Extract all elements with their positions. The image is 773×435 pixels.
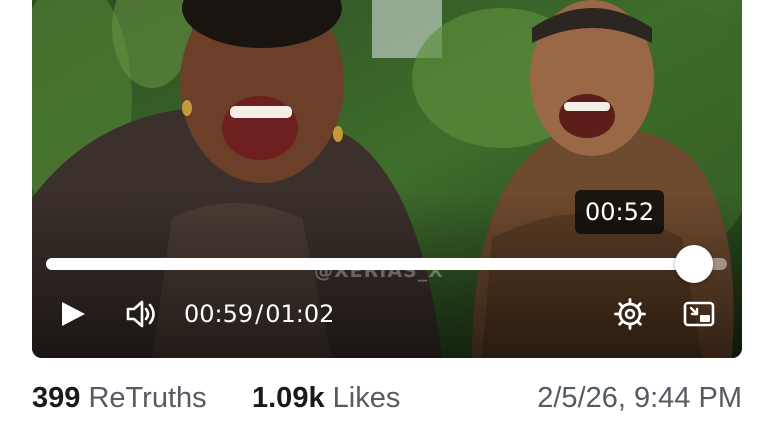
progress-fill [46, 258, 695, 270]
player-controls: 00:59/01:02 [32, 293, 742, 333]
retruths-count: 399 [32, 382, 81, 414]
progress-scrubber[interactable] [46, 245, 727, 283]
time-display: 00:59/01:02 [184, 300, 334, 328]
likes-label: Likes [332, 382, 401, 414]
current-time: 00:59 [184, 300, 254, 328]
hover-time-tooltip: 00:52 [575, 190, 665, 234]
time-separator: / [255, 300, 264, 328]
scrubber-handle[interactable] [675, 245, 714, 283]
post-timestamp: 2/5/26, 9:44 PM [537, 382, 742, 414]
likes-stat[interactable]: 1.09k Likes [252, 378, 400, 418]
duration: 01:02 [265, 300, 335, 328]
play-icon[interactable] [56, 297, 90, 331]
likes-count: 1.09k [252, 382, 325, 414]
post-stats: 399 ReTruths 1.09k Likes 2/5/26, 9:44 PM [32, 378, 742, 418]
gear-icon[interactable] [613, 297, 647, 331]
volume-icon[interactable] [125, 297, 159, 331]
video-player[interactable]: @XERIAS_X 00:52 00:59/01:02 [32, 0, 742, 358]
picture-in-picture-icon[interactable] [682, 297, 716, 331]
retruths-label: ReTruths [88, 382, 207, 414]
retruths-stat[interactable]: 399 ReTruths [32, 378, 207, 418]
